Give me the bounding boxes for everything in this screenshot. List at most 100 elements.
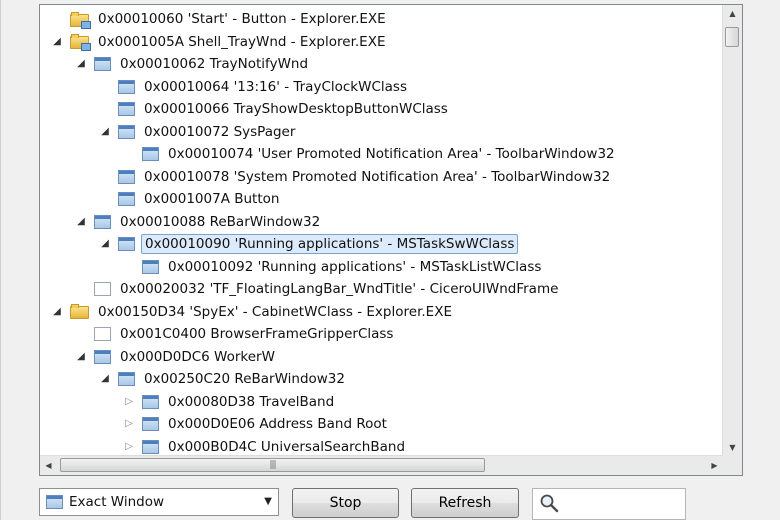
vertical-scrollbar[interactable]: ▲ ▼ <box>722 5 742 456</box>
tree-node-label: 0x00250C20 ReBarWindow32 <box>144 371 345 387</box>
scroll-right-arrow-icon[interactable]: ▶ <box>706 456 723 475</box>
tree-node-label: 0x000D0E06 Address Band Root <box>168 416 387 432</box>
tree-node-label: 0x00010060 'Start' - Button - Explorer.E… <box>98 11 386 27</box>
mode-select[interactable]: Exact Window ▼ <box>39 488 279 516</box>
tree-node[interactable]: ◢ 0x00010088 ReBarWindow32 <box>74 211 323 233</box>
tree-node-label: 0x00010064 '13:16' - TrayClockWClass <box>144 78 407 95</box>
window-icon <box>46 495 63 509</box>
expanded-arrow-icon[interactable]: ◢ <box>74 57 88 71</box>
folder-network-icon <box>70 34 91 51</box>
folder-network-icon <box>70 11 91 29</box>
scroll-up-arrow-icon[interactable]: ▲ <box>723 5 742 22</box>
tree-node[interactable]: 0x00010078 'System Promoted Notification… <box>98 166 613 188</box>
tree-node-label: 0x00010088 ReBarWindow32 <box>120 213 321 230</box>
window-icon <box>142 439 159 454</box>
expanded-arrow-icon[interactable]: ◢ <box>50 305 64 319</box>
window-icon <box>118 169 135 184</box>
expanded-arrow-icon[interactable]: ◢ <box>74 215 88 229</box>
window-icon <box>142 147 159 161</box>
tree-node[interactable]: ◢ 0x00010072 SysPager <box>98 121 298 143</box>
blank-window-icon <box>94 327 111 341</box>
tree-node-label: 0x000D0DC6 WorkerW <box>120 348 275 365</box>
window-icon <box>94 214 111 229</box>
tree-node[interactable]: 0x00010064 '13:16' - TrayClockWClass <box>98 76 410 98</box>
tree-node-label: 0x001C0400 BrowserFrameGripperClass <box>120 326 394 342</box>
expanded-arrow-icon[interactable]: ◢ <box>98 125 112 139</box>
tree-node[interactable]: 0x00010092 'Running applications' - MSTa… <box>122 256 544 278</box>
tree-node-label: 0x00010072 SysPager <box>144 123 296 140</box>
tree-node-label: 0x00010078 'System Promoted Notification… <box>144 168 611 185</box>
horizontal-scroll-thumb[interactable]: ||| <box>60 458 485 472</box>
scroll-down-arrow-icon[interactable]: ▼ <box>723 439 742 456</box>
expanded-arrow-icon[interactable]: ◢ <box>98 372 112 386</box>
mode-select-value: Exact Window <box>69 494 165 510</box>
tree-node-label: 0x00020032 'TF_FloatingLangBar_WndTitle'… <box>120 281 559 297</box>
window-icon <box>94 349 111 364</box>
window-tree[interactable]: 0x00010060 'Start' - Button - Explorer.E… <box>39 4 743 476</box>
magnifier-icon[interactable] <box>539 493 559 513</box>
refresh-button[interactable]: Refresh <box>411 488 519 518</box>
grip-icon: ||| <box>269 460 276 470</box>
collapsed-arrow-icon[interactable]: ▷ <box>122 417 136 431</box>
scrollbar-corner <box>723 456 742 475</box>
tree-node-label: 0x00010092 'Running applications' - MSTa… <box>168 258 542 275</box>
scroll-left-arrow-icon[interactable]: ◀ <box>40 456 57 475</box>
tree-node[interactable]: 0x00010074 'User Promoted Notification A… <box>122 143 618 165</box>
window-icon <box>142 417 159 431</box>
window-icon <box>142 259 159 274</box>
tree-node-label: 0x0001005A Shell_TrayWnd - Explorer.EXE <box>98 33 386 50</box>
tree-rows: 0x00010060 'Start' - Button - Explorer.E… <box>40 5 722 455</box>
expanded-arrow-icon[interactable]: ◢ <box>74 350 88 364</box>
tree-node-label: 0x00010074 'User Promoted Notification A… <box>168 146 615 162</box>
chevron-down-icon[interactable]: ▼ <box>264 496 272 507</box>
horizontal-scrollbar[interactable]: ◀ ||| ▶ <box>40 455 723 475</box>
window-icon <box>118 102 135 116</box>
tree-node[interactable]: ◢ 0x00010090 'Running applications' - MST… <box>98 233 519 255</box>
window-icon <box>118 372 135 386</box>
spy-window: 0x00010060 'Start' - Button - Explorer.E… <box>0 0 780 520</box>
expanded-arrow-icon[interactable]: ◢ <box>98 237 112 251</box>
tree-node[interactable]: ▷ 0x00080D38 TravelBand <box>122 391 337 413</box>
window-icon <box>118 237 135 251</box>
tree-node-label: 0x00010062 TrayNotifyWnd <box>120 56 309 72</box>
collapsed-arrow-icon[interactable]: ▷ <box>122 440 136 454</box>
tree-node[interactable]: 0x001C0400 BrowserFrameGripperClass <box>74 323 396 345</box>
stop-button[interactable]: Stop <box>292 488 399 518</box>
window-icon <box>118 124 135 139</box>
expanded-arrow-icon[interactable]: ◢ <box>50 35 64 49</box>
tree-node[interactable]: ◢ 0x00250C20 ReBarWindow32 <box>98 368 348 390</box>
tree-node[interactable]: 0x00020032 'TF_FloatingLangBar_WndTitle'… <box>74 278 561 300</box>
tree-node[interactable]: ▷ 0x000B0D4C UniversalSearchBand <box>122 436 408 456</box>
tree-node[interactable]: ▷ 0x000D0E06 Address Band Root <box>122 413 390 435</box>
window-icon <box>94 57 111 71</box>
tree-node[interactable]: 0x00010060 'Start' - Button - Explorer.E… <box>50 8 389 30</box>
folder-icon <box>70 304 89 319</box>
tree-node-label: 0x00080D38 TravelBand <box>168 393 335 410</box>
tree-node-label: 0x00150D34 'SpyEx' - CabinetWClass - Exp… <box>98 303 452 320</box>
blank-window-icon <box>94 282 111 296</box>
vertical-scroll-thumb[interactable] <box>725 27 739 47</box>
tree-node[interactable]: ◢ 0x00150D34 'SpyEx' - CabinetWClass - Ex… <box>50 301 455 323</box>
tree-node-label: 0x0001007A Button <box>144 191 280 207</box>
tree-node[interactable]: ◢ 0x00010062 TrayNotifyWnd <box>74 53 311 75</box>
tree-node[interactable]: 0x0001007A Button <box>98 188 282 210</box>
tree-node-label: 0x000B0D4C UniversalSearchBand <box>168 438 406 455</box>
tree-node[interactable]: ◢ 0x0001005A Shell_TrayWnd - Explorer.EXE <box>50 31 388 53</box>
tree-node[interactable]: ◢ 0x000D0DC6 WorkerW <box>74 346 278 368</box>
tree-node-label: 0x00010066 TrayShowDesktopButtonWClass <box>144 101 448 117</box>
collapsed-arrow-icon[interactable]: ▷ <box>122 395 136 409</box>
tree-node-label: 0x00010090 'Running applications' - MSTa… <box>141 234 519 254</box>
tree-node[interactable]: 0x00010066 TrayShowDesktopButtonWClass <box>98 98 451 120</box>
window-icon <box>118 192 135 206</box>
find-window-tool[interactable] <box>532 488 686 520</box>
window-icon <box>142 394 159 409</box>
